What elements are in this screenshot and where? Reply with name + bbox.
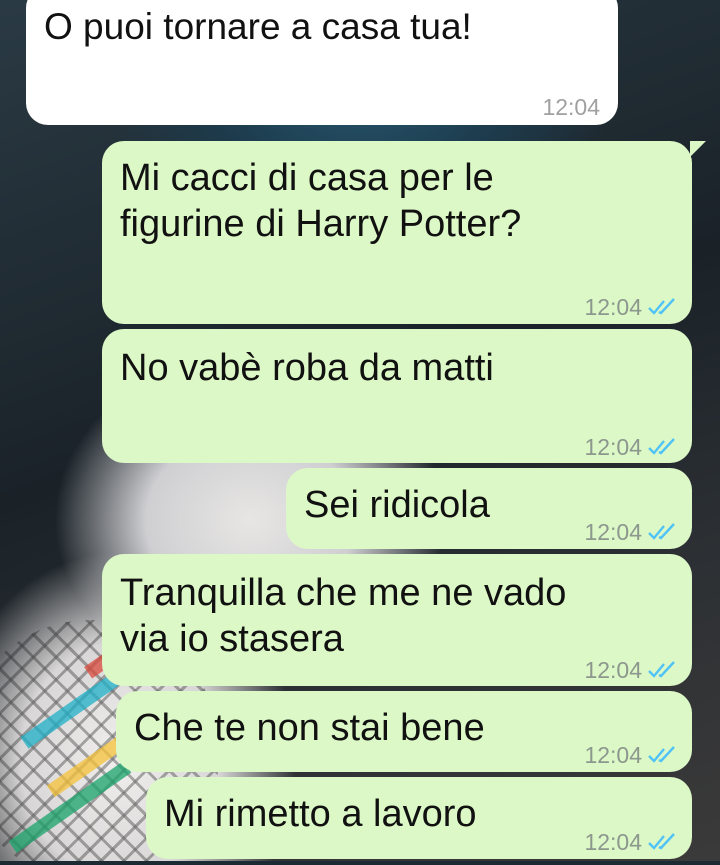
message-meta: 12:04 [542, 84, 600, 130]
message-time: 12:04 [584, 294, 642, 320]
message-sent[interactable]: No vabè roba da matti 12:04 [102, 329, 692, 463]
message-meta: 12:04 [584, 509, 678, 555]
double-check-icon [648, 661, 675, 678]
double-check-icon [648, 523, 675, 540]
message-text: Mi cacci di casa per le figurine di Harr… [120, 157, 522, 245]
message-meta: 12:04 [584, 284, 678, 330]
message-meta: 12:04 [584, 647, 678, 693]
message-text: O puoi tornare a casa tua! [44, 6, 472, 47]
message-time: 12:04 [584, 657, 642, 683]
message-sent[interactable]: Tranquilla che me ne vado via io stasera… [102, 554, 692, 686]
message-meta: 12:04 [584, 424, 678, 470]
message-received[interactable]: O puoi tornare a casa tua! 12:04 [26, 0, 618, 125]
message-text: No vabè roba da matti [120, 347, 494, 389]
message-sent[interactable]: Mi cacci di casa per le figurine di Harr… [102, 141, 706, 324]
double-check-icon [648, 298, 675, 315]
message-text: Tranquilla che me ne vado via io stasera [120, 572, 567, 660]
message-sent[interactable]: Sei ridicola 12:04 [286, 468, 692, 549]
message-time: 12:04 [542, 94, 600, 120]
double-check-icon [648, 746, 675, 763]
message-sent[interactable]: Che te non stai bene 12:04 [116, 691, 692, 772]
message-time: 12:04 [584, 434, 642, 460]
message-meta: 12:04 [584, 732, 678, 778]
message-time: 12:04 [584, 742, 642, 768]
double-check-icon [648, 833, 675, 850]
double-check-icon [648, 438, 675, 455]
message-time: 12:04 [584, 519, 642, 545]
message-meta: 12:04 [584, 819, 678, 865]
message-sent[interactable]: Mi rimetto a lavoro 12:04 [146, 777, 692, 859]
message-time: 12:04 [584, 829, 642, 855]
